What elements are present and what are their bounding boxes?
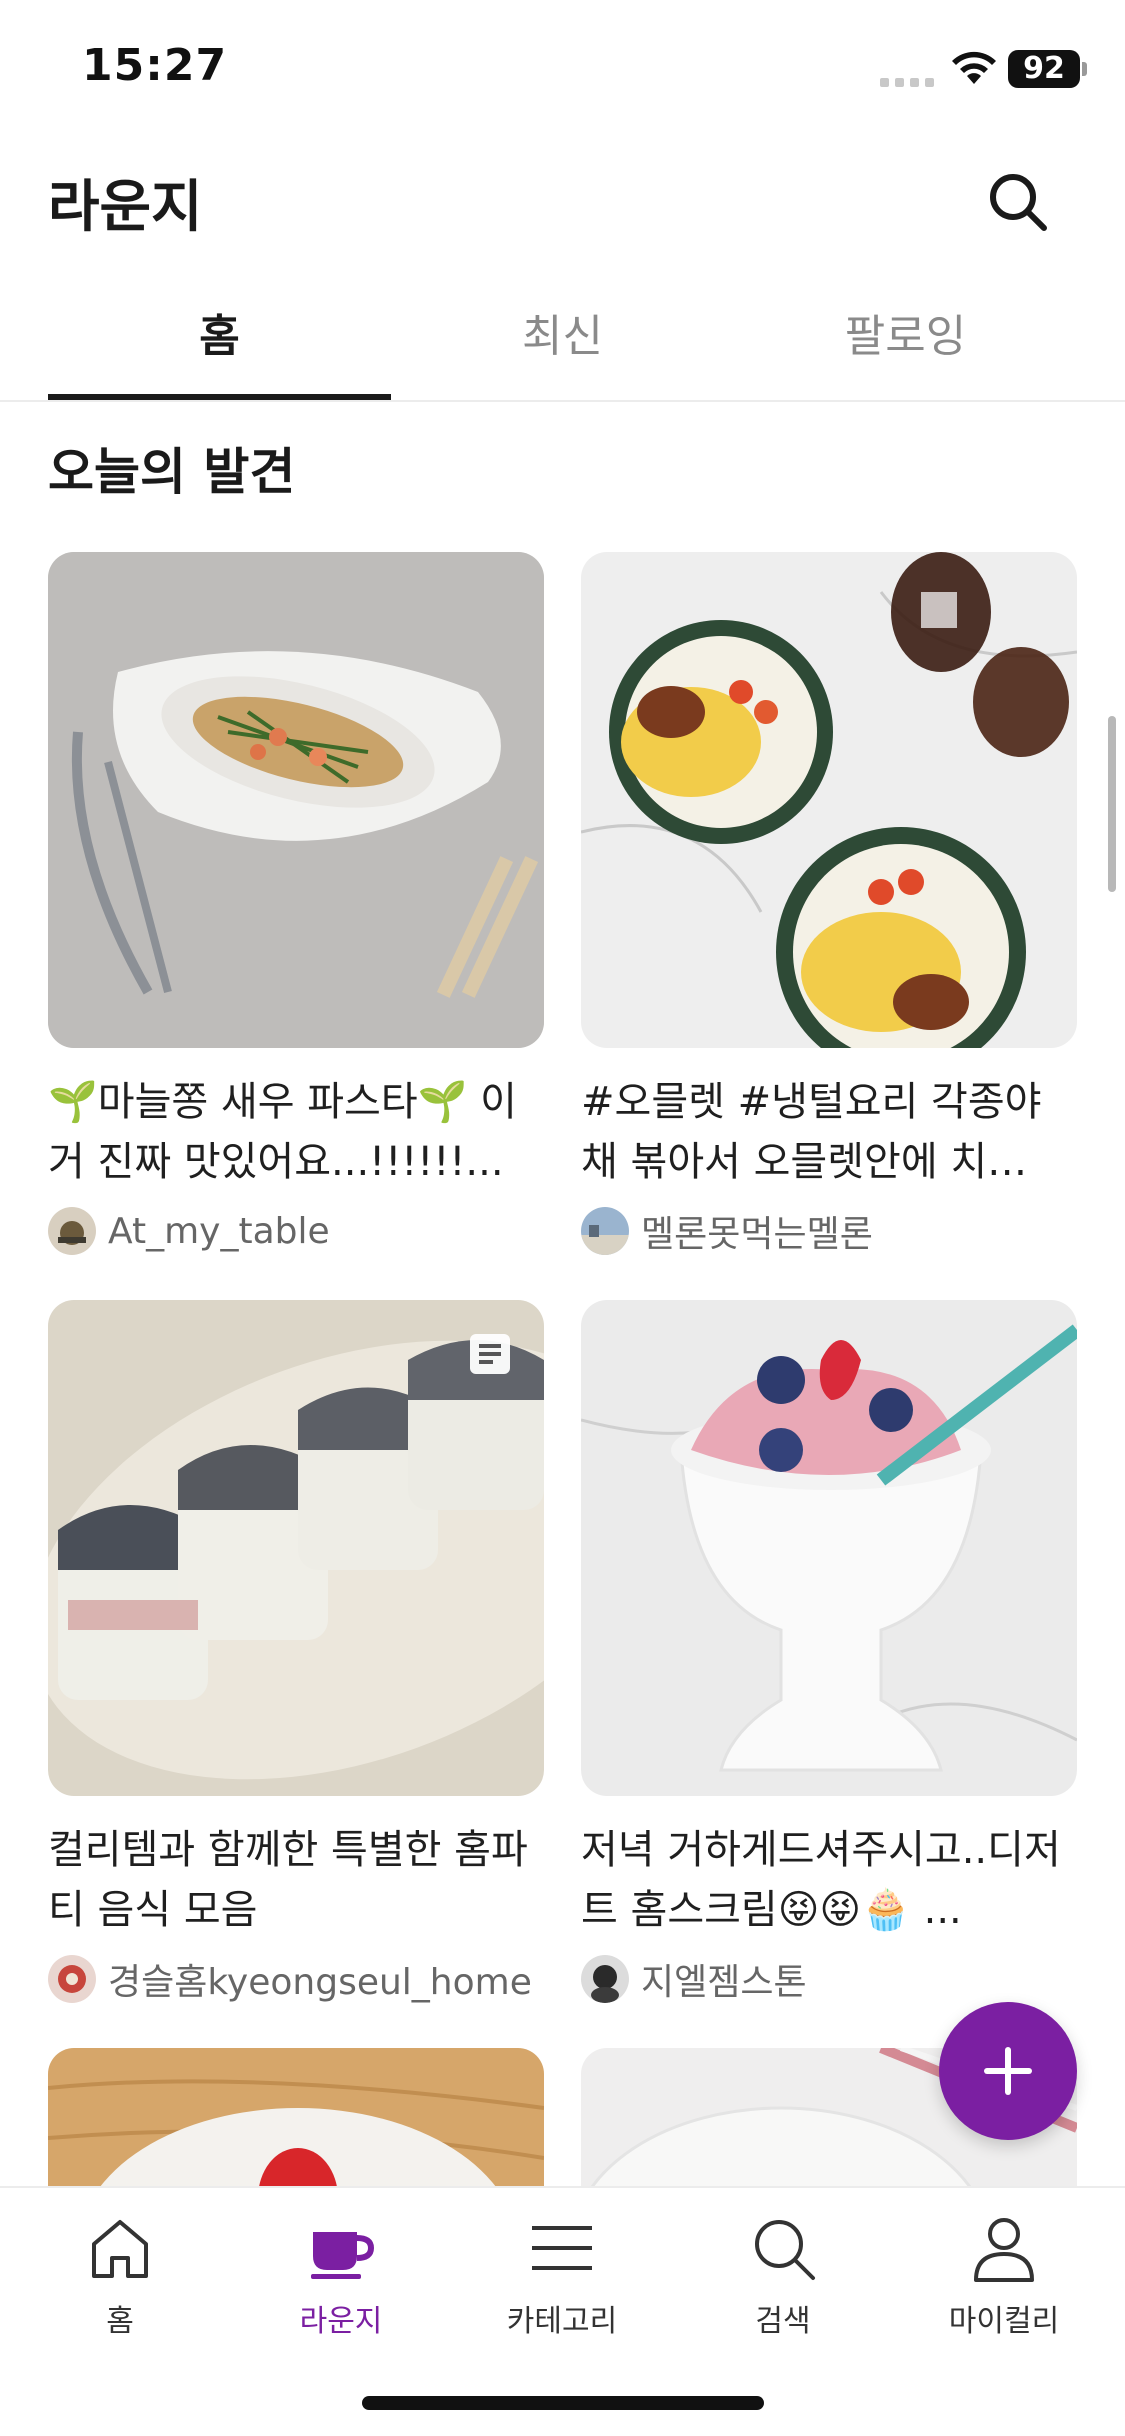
card-title: #오믈렛 #냉털요리 각종야채 볶아서 오믈렛안에 치… [581, 1079, 1042, 1185]
nav-item-home[interactable]: 홈 [20, 2208, 220, 2340]
card-image-pasta[interactable] [48, 552, 544, 1048]
card-author[interactable]: At_my_table [48, 1206, 544, 1256]
username: At_my_table [108, 1210, 330, 1252]
tab-bar: 홈 최신 팔로잉 [0, 280, 1125, 402]
nav-label: 카테고리 [506, 2304, 618, 2339]
page-title: 라운지 [48, 175, 203, 240]
write-post-button[interactable] [939, 2002, 1077, 2140]
menu-icon [532, 2226, 592, 2270]
nav-item-lounge[interactable]: 라운지 [241, 2208, 441, 2340]
tab-latest[interactable]: 최신 [391, 300, 734, 364]
status-bar: 15:27 92 [0, 0, 1125, 140]
avatar [48, 1955, 96, 2003]
wifi-icon [952, 51, 996, 84]
feed-card[interactable] [48, 2048, 544, 2186]
nav-label: 홈 [106, 2304, 134, 2339]
nav-label: 라운지 [299, 2304, 383, 2339]
battery-indicator: 92 [1008, 50, 1080, 88]
card-image-icecream[interactable] [581, 1300, 1077, 1796]
username: 멜론못먹는멜론 [641, 1214, 873, 1255]
card-author[interactable]: 멜론못먹는멜론 [581, 1206, 1077, 1256]
avatar [48, 1207, 96, 1255]
card-title: 🌱마늘쫑 새우 파스타🌱 이거 진짜 맛있어요...!!!!!!... [48, 1079, 517, 1185]
search-icon[interactable] [982, 166, 1054, 238]
avatar [581, 1207, 629, 1255]
nav-item-category[interactable]: 카테고리 [462, 2208, 662, 2340]
username: 지엘젬스톤 [641, 1962, 807, 2003]
header: 라운지 [0, 140, 1125, 260]
nav-label: 검색 [755, 2304, 811, 2339]
home-indicator [362, 2396, 764, 2410]
tab-home[interactable]: 홈 [48, 300, 391, 364]
feed-card[interactable]: 저녁 거하게드셔주시고..디저트 홈스크림😝😝🧁 ... 지엘젬스톤 [581, 1300, 1077, 2004]
active-tab-underline [48, 394, 391, 400]
avatar [581, 1955, 629, 2003]
nav-label: 마이컬리 [948, 2304, 1060, 2339]
search-icon [755, 2220, 815, 2280]
card-title: 저녁 거하게드셔주시고..디저트 홈스크림😝😝🧁 ... [581, 1827, 1061, 1933]
card-title: 컬리템과 함께한 특별한 홈파티 음식 모음 [48, 1827, 528, 1933]
person-icon [974, 2218, 1034, 2282]
coffee-cup-icon [311, 2232, 375, 2279]
section-title: 오늘의 발견 [48, 443, 296, 501]
home-icon [92, 2220, 148, 2278]
tab-following[interactable]: 팔로잉 [734, 300, 1077, 364]
feed-card[interactable]: #오믈렛 #냉털요리 각종야채 볶아서 오믈렛안에 치… 멜론못먹는멜론 [581, 552, 1077, 1256]
cellular-signal-icon [880, 78, 934, 87]
document-icon [470, 1334, 510, 1374]
nav-item-search[interactable]: 검색 [683, 2208, 883, 2340]
status-time: 15:27 [82, 40, 228, 91]
card-author[interactable]: 지엘젬스톤 [581, 1954, 1077, 2004]
feed-card[interactable]: 🌱마늘쫑 새우 파스타🌱 이거 진짜 맛있어요...!!!!!!... At_m… [48, 552, 544, 1256]
nav-item-my-kurly[interactable]: 마이컬리 [904, 2208, 1104, 2340]
feed-card[interactable]: 컬리템과 함께한 특별한 홈파티 음식 모음 경슬홈kyeongseul_hom… [48, 1300, 544, 2004]
scrollbar[interactable] [1108, 716, 1116, 892]
card-image-partial[interactable] [48, 2048, 544, 2186]
username: 경슬홈kyeongseul_home [108, 1962, 532, 2003]
card-author[interactable]: 경슬홈kyeongseul_home [48, 1954, 544, 2004]
card-image-omelette[interactable] [581, 552, 1077, 1048]
battery-tip [1082, 62, 1087, 76]
card-image-sushi[interactable] [48, 1300, 544, 1796]
